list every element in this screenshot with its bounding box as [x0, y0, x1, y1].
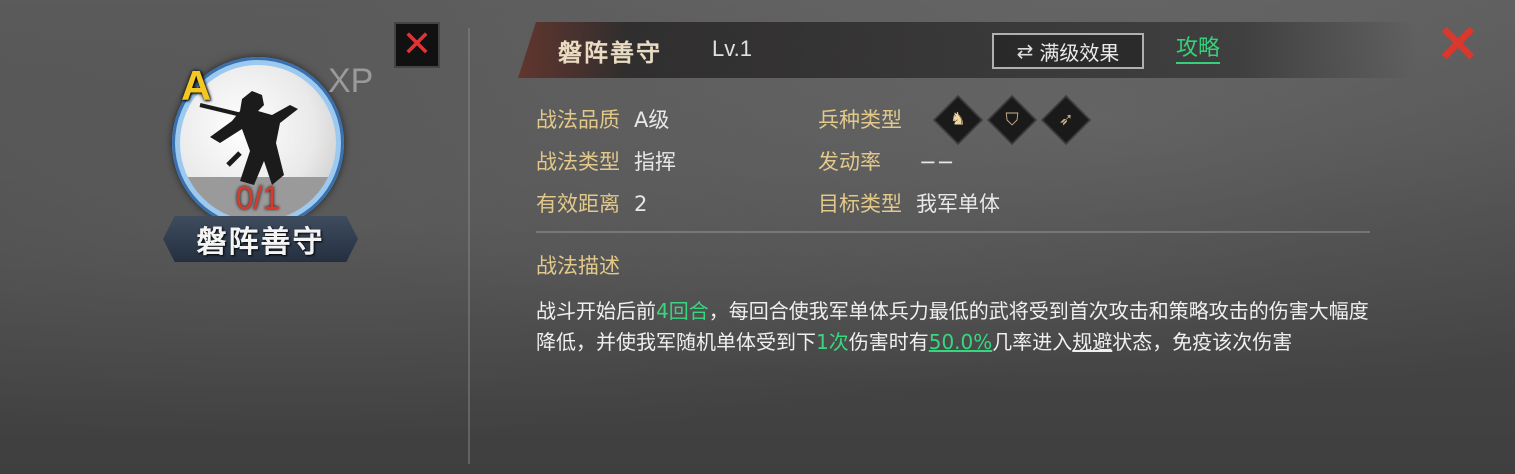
- desc-part-3: 伤害时有: [848, 330, 929, 354]
- desc-part-4: 几率进入: [992, 330, 1073, 354]
- desc-part-5: 状态，免疫该次伤害: [1112, 330, 1293, 354]
- xp-label: XP: [328, 62, 374, 100]
- shield-infantry-icon[interactable]: ⛉: [987, 95, 1037, 145]
- close-button[interactable]: ✕: [1435, 19, 1481, 71]
- skill-detail-screen: ✕ A XP 0/1 磐阵善守 磐阵善守 Lv.1 ⇄ 满级效果 攻略 ✕ 战法…: [0, 0, 1515, 474]
- skill-title: 磐阵善守: [558, 38, 662, 67]
- attr-quality: 战法品质 A级: [536, 104, 669, 134]
- attr-unit-type: 兵种类型: [818, 104, 902, 134]
- attr-quality-key: 战法品质: [536, 108, 620, 132]
- horizontal-divider: [536, 231, 1370, 233]
- portrait-close-button[interactable]: ✕: [394, 22, 440, 68]
- skill-count: 0/1: [235, 180, 281, 216]
- attr-trigger-key: 发动率: [818, 150, 881, 174]
- close-icon: ✕: [1436, 16, 1480, 74]
- vertical-divider: [468, 28, 470, 464]
- skill-name: 磐阵善守: [196, 225, 325, 260]
- desc-part-1: 战斗开始后前: [536, 299, 656, 323]
- description-text: 战斗开始后前4回合，每回合使我军单体兵力最低的武将受到首次攻击和策略攻击的伤害大…: [536, 296, 1376, 358]
- attr-range-key: 有效距离: [536, 192, 620, 216]
- attr-target: 目标类型 我军单体: [818, 188, 1000, 218]
- close-icon: ✕: [401, 24, 433, 65]
- attr-trigger: 发动率 −−: [818, 146, 954, 176]
- strategy-link[interactable]: 攻略: [1176, 36, 1221, 64]
- attr-unit-key: 兵种类型: [818, 108, 902, 132]
- max-effect-label: 满级效果: [1039, 40, 1120, 65]
- cavalry-icon[interactable]: ♞: [933, 95, 983, 145]
- attr-target-key: 目标类型: [818, 192, 902, 216]
- desc-highlight-chance[interactable]: 50.0%: [929, 330, 993, 354]
- swap-icon: ⇄: [1016, 39, 1034, 63]
- skill-name-banner: 磐阵善守: [163, 216, 358, 262]
- attr-type-value: 指挥: [634, 150, 676, 174]
- unit-type-icons: ♞ ⛉ ➶: [933, 95, 1091, 145]
- attr-target-value: 我军单体: [916, 192, 1000, 216]
- attr-quality-value: A级: [634, 108, 670, 132]
- grade-badge: A: [181, 62, 212, 109]
- attr-type: 战法类型 指挥: [536, 146, 676, 176]
- max-effect-button[interactable]: ⇄ 满级效果: [992, 33, 1144, 69]
- skill-level: Lv.1: [712, 36, 752, 61]
- desc-highlight-times: 1次: [816, 330, 849, 354]
- desc-highlight-rounds: 4回合: [656, 299, 709, 323]
- attr-type-key: 战法类型: [536, 150, 620, 174]
- archer-icon[interactable]: ➶: [1041, 95, 1091, 145]
- attr-range: 有效距离 2: [536, 188, 647, 218]
- attr-range-value: 2: [634, 192, 648, 216]
- attr-trigger-value: −−: [919, 150, 955, 174]
- description-heading: 战法描述: [536, 254, 620, 278]
- desc-keyword-evasion[interactable]: 规避: [1072, 330, 1112, 354]
